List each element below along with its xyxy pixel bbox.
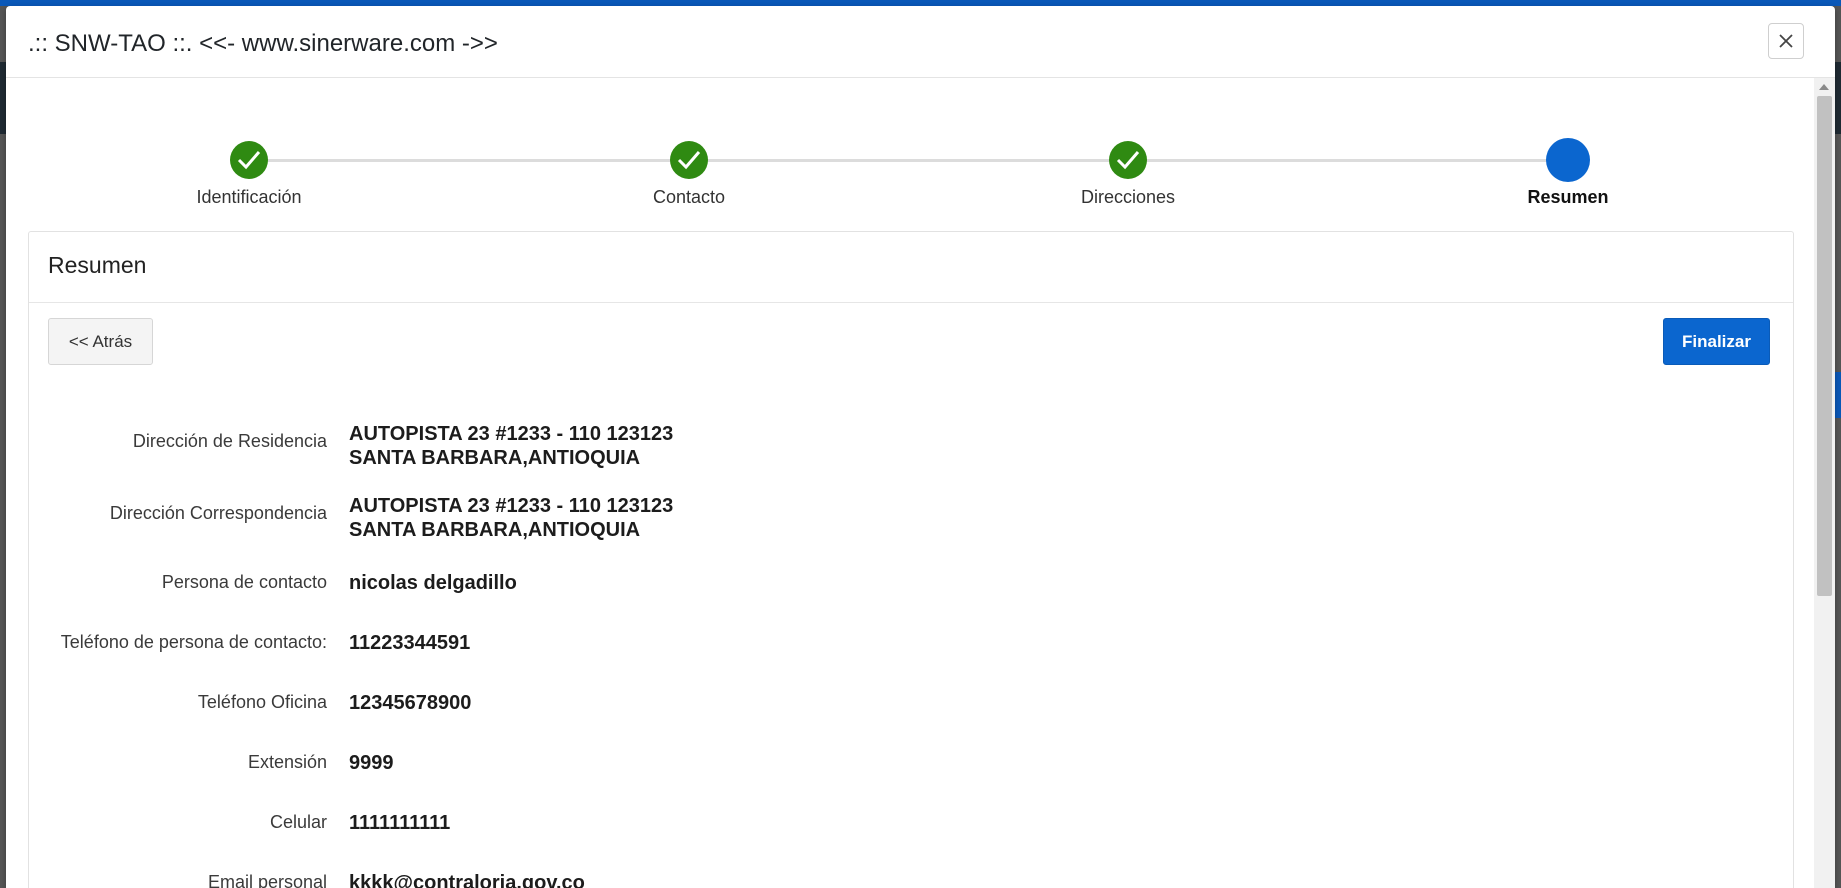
step-resumen[interactable]: Resumen xyxy=(1448,138,1688,208)
checkmark-icon xyxy=(237,151,261,170)
step-done-circle xyxy=(1109,141,1147,179)
checkmark-icon xyxy=(1116,151,1140,170)
summary-label: Persona de contacto xyxy=(161,572,327,592)
summary-value-line: SANTA BARBARA,ANTIOQUIA xyxy=(349,519,641,541)
summary-value: 12345678900 xyxy=(349,692,472,714)
summary-label: Dirección Correspondencia xyxy=(109,503,327,523)
summary-label: Celular xyxy=(269,812,327,832)
step-current-circle xyxy=(1546,138,1590,182)
close-button[interactable] xyxy=(1768,23,1804,59)
summary-label: Teléfono Oficina xyxy=(197,692,327,712)
step-direcciones[interactable]: Direcciones xyxy=(1008,141,1248,208)
modal-title: .:: SNW-TAO ::. <<- www.sinerware.com ->… xyxy=(28,30,498,57)
checkmark-icon xyxy=(677,151,701,170)
stepper-connector-line xyxy=(249,159,1571,162)
step-identificacion[interactable]: Identificación xyxy=(129,141,369,208)
summary-label: Email personal xyxy=(207,872,327,888)
summary-value: AUTOPISTA 23 #1233 - 110 123123 SANTA BA… xyxy=(349,422,673,470)
finish-button[interactable]: Finalizar xyxy=(1663,318,1770,365)
step-label: Contacto xyxy=(652,187,726,207)
card-header: Resumen xyxy=(29,232,1793,303)
summary-value-line: AUTOPISTA 23 #1233 - 110 123123 xyxy=(349,423,674,445)
card-title: Resumen xyxy=(48,252,147,278)
summary-value: nicolas delgadillo xyxy=(349,572,517,594)
step-done-circle xyxy=(670,141,708,179)
wizard-stepper: Identificación Contacto Direcciones Resu… xyxy=(6,78,1814,238)
scrollbar-thumb[interactable] xyxy=(1817,96,1832,596)
back-button[interactable]: << Atrás xyxy=(48,318,153,365)
summary-value: 11223344591 xyxy=(349,632,471,654)
summary-value-line: SANTA BARBARA,ANTIOQUIA xyxy=(349,447,641,469)
summary-value: 1111111111 xyxy=(349,812,451,834)
step-done-circle xyxy=(230,141,268,179)
modal-header: .:: SNW-TAO ::. <<- www.sinerware.com ->… xyxy=(6,6,1835,78)
summary-card: Resumen << Atrás Finalizar Dirección de … xyxy=(28,231,1794,888)
step-label: Identificación xyxy=(196,187,302,207)
scroll-up-arrow-icon[interactable] xyxy=(1819,84,1829,90)
summary-value: AUTOPISTA 23 #1233 - 110 123123 SANTA BA… xyxy=(349,494,673,542)
summary-value-line: AUTOPISTA 23 #1233 - 110 123123 xyxy=(349,495,674,517)
summary-label: Teléfono de persona de contacto: xyxy=(60,632,327,652)
step-contacto[interactable]: Contacto xyxy=(569,141,809,208)
step-label: Resumen xyxy=(1527,187,1609,207)
summary-value: kkkk@contraloria.gov.co xyxy=(349,872,585,888)
close-icon xyxy=(1779,34,1793,48)
summary-label: Extensión xyxy=(247,752,327,772)
summary-label: Dirección de Residencia xyxy=(132,431,327,451)
step-label: Direcciones xyxy=(1080,187,1176,207)
summary-value: 9999 xyxy=(349,752,394,774)
modal-dialog: .:: SNW-TAO ::. <<- www.sinerware.com ->… xyxy=(6,6,1835,888)
